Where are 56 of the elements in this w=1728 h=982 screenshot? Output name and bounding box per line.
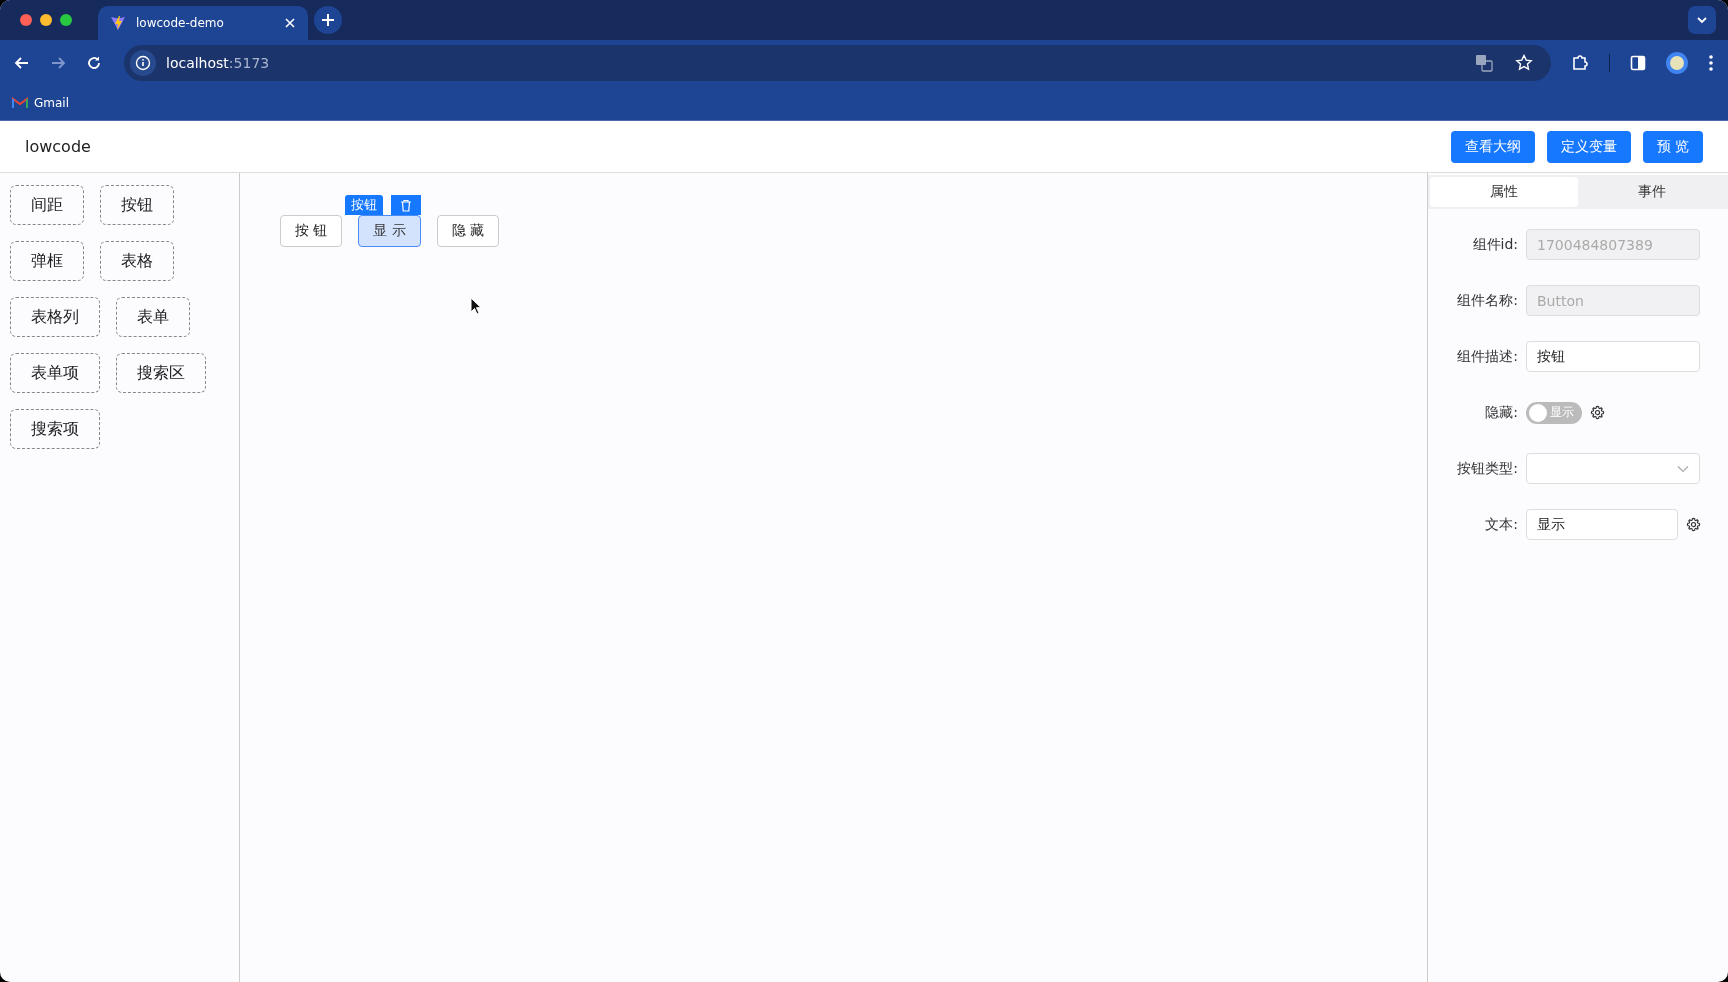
selection-tag: 按钮: [344, 195, 383, 215]
field-label: 文本:: [1484, 515, 1518, 534]
header-button[interactable]: 定义变量: [1546, 130, 1631, 163]
star-icon[interactable]: [1515, 53, 1533, 72]
canvas-button[interactable]: 按 钮: [280, 215, 343, 247]
canvas-button[interactable]: 显 示: [358, 215, 421, 247]
component-palette-item[interactable]: 表格列: [10, 297, 100, 337]
side-panel-icon[interactable]: [1630, 54, 1646, 71]
url-text: localhost:5173: [166, 54, 270, 71]
field-label: 按钮类型:: [1456, 459, 1518, 478]
maximize-window-icon[interactable]: [60, 14, 72, 26]
field-label: 组件名称:: [1456, 291, 1518, 310]
tab-title: lowcode-demo: [136, 16, 225, 30]
close-icon[interactable]: [284, 17, 296, 29]
info-icon[interactable]: [130, 49, 156, 76]
lightning-logo-icon: [110, 15, 126, 31]
chevron-down-icon: [1677, 464, 1689, 473]
mouse-pointer-icon: [470, 297, 482, 315]
field-label: 隐藏:: [1484, 403, 1518, 422]
component-palette-item[interactable]: 搜索项: [10, 409, 100, 449]
chevron-down-icon[interactable]: [1688, 6, 1716, 34]
header-button[interactable]: 查看大纲: [1450, 130, 1535, 163]
reload-icon[interactable]: [86, 54, 102, 71]
trash-icon: [399, 198, 412, 212]
browser-tab[interactable]: lowcode-demo: [98, 6, 308, 40]
component-palette-item[interactable]: 表格: [100, 241, 174, 281]
translate-icon[interactable]: [1475, 53, 1493, 72]
bookmark-link[interactable]: Gmail: [34, 95, 69, 110]
minimize-window-icon[interactable]: [40, 14, 52, 26]
component-palette-item[interactable]: 搜索区: [116, 353, 206, 393]
component-palette-item[interactable]: 表单项: [10, 353, 100, 393]
field-label: 组件描述:: [1456, 347, 1518, 366]
input-field[interactable]: 按钮: [1526, 341, 1700, 372]
header-button[interactable]: 预 览: [1642, 130, 1703, 163]
panel-tab[interactable]: 属性: [1430, 177, 1578, 207]
address-bar[interactable]: localhost:5173: [124, 44, 1551, 81]
new-tab-icon[interactable]: [314, 6, 342, 34]
profile-avatar-icon[interactable]: [1666, 51, 1688, 74]
component-palette-item[interactable]: 弹框: [10, 241, 84, 281]
component-palette-item[interactable]: 按钮: [100, 185, 174, 225]
delete-button[interactable]: [390, 195, 421, 215]
menu-icon[interactable]: [1708, 53, 1714, 72]
close-window-icon[interactable]: [20, 14, 32, 26]
puzzle-piece-icon[interactable]: [1571, 53, 1589, 72]
settings-icon[interactable]: [1686, 517, 1701, 532]
mail-envelope-icon: [12, 96, 28, 109]
input-field[interactable]: 显示: [1526, 509, 1678, 540]
field-label: 组件id:: [1471, 235, 1518, 254]
forward-arrow-icon[interactable]: [50, 54, 66, 71]
panel-tab[interactable]: 事件: [1578, 177, 1726, 207]
app-title: lowcode: [25, 137, 91, 156]
component-palette-item[interactable]: 间距: [10, 185, 84, 225]
settings-icon[interactable]: [1590, 405, 1605, 420]
component-palette-item[interactable]: 表单: [116, 297, 190, 337]
canvas-button[interactable]: 隐 藏: [436, 215, 500, 247]
back-arrow-icon[interactable]: [14, 54, 30, 71]
